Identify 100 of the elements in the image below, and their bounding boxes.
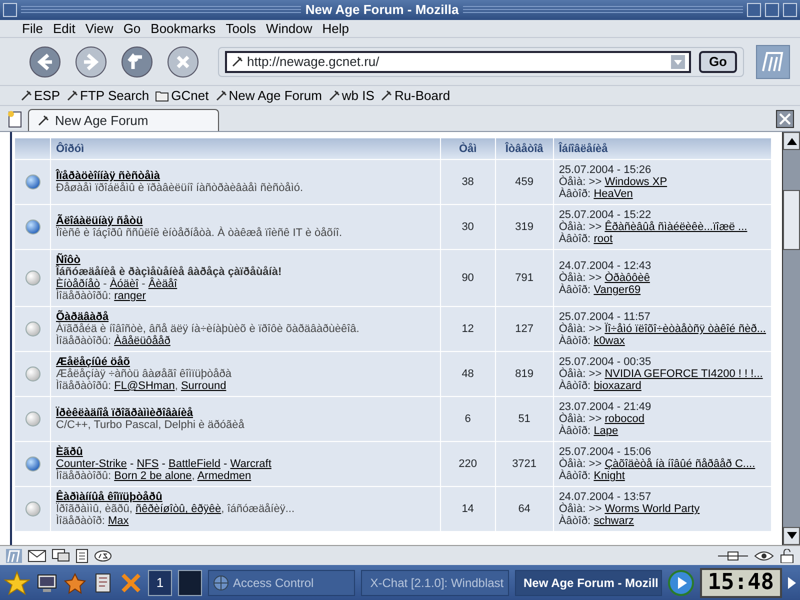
menu-item[interactable]: File — [18, 18, 49, 38]
moderator-link[interactable]: FL@SHman — [114, 380, 175, 392]
author-link[interactable]: Lape — [594, 425, 618, 437]
topic-link[interactable]: robocod — [604, 413, 644, 425]
pin-icon — [380, 90, 392, 102]
menu-item[interactable]: Tools — [222, 18, 262, 38]
forum-title-link[interactable]: Îïåðàöèîííàÿ ñèñòåìà — [56, 170, 160, 182]
window-menu-button[interactable] — [3, 3, 17, 17]
menu-item[interactable]: Bookmarks — [146, 18, 222, 38]
task-button[interactable]: Access Control — [208, 570, 356, 596]
maximize-button[interactable] — [765, 3, 780, 17]
subforum-link[interactable]: Counter-Strike — [56, 458, 127, 470]
forum-slogan: Îáñóæäåíèå è ðàçìåùåíèå âàðåçà çàïðåùåíà! — [56, 266, 282, 278]
moderator-link[interactable]: Born 2 be alone — [114, 470, 192, 482]
star-icon[interactable] — [64, 572, 86, 594]
back-button[interactable] — [28, 44, 62, 78]
topic-link[interactable]: Windows XP — [604, 176, 668, 188]
scroll-up-icon[interactable] — [786, 137, 796, 145]
forum-title-link[interactable]: Æåëåçíûé öåõ — [56, 356, 130, 368]
eye-icon[interactable] — [754, 550, 774, 562]
author-link[interactable]: Knight — [594, 470, 625, 482]
forum-title-link[interactable]: Õàðäâàðå — [56, 311, 109, 323]
workspace-button[interactable] — [178, 570, 202, 596]
moderator-link[interactable]: Armedmen — [197, 470, 252, 482]
topic-label: Òåìà: >> — [558, 272, 602, 284]
topic-count: 30 — [440, 204, 496, 250]
topic-link[interactable]: Êðàñèâûå ñìàéëèêè...ïîæë ... — [604, 221, 748, 233]
forum-title-link[interactable]: Ãëîáàëüíàÿ ñåòü — [56, 215, 143, 227]
subforum-link[interactable]: ñêðèíøîòû, êðÿêè — [136, 503, 222, 515]
topic-link[interactable]: NVIDIA GEFORCE TI4200 ! ! !... — [604, 368, 763, 380]
workspace-button[interactable]: 1 — [148, 570, 172, 596]
subforum-link[interactable]: Warcraft — [230, 458, 272, 470]
topic-link[interactable]: Çàõîäèòå íà íîâûé ñåðâåð C.... — [604, 458, 756, 470]
chat-client-icon[interactable] — [94, 550, 112, 562]
pin-icon — [37, 114, 49, 126]
menu-item[interactable]: Help — [318, 18, 356, 38]
bookmark-link[interactable]: Ru-Board — [380, 86, 450, 106]
menu-item[interactable]: Window — [262, 18, 318, 38]
subforum-link[interactable]: Âèäåî — [148, 278, 178, 290]
forum-title-link[interactable]: Ïðèêëàäíîå ïðîãðàììèðîâàíèå — [56, 407, 193, 419]
subforum-link[interactable]: Àóäèî — [110, 278, 139, 290]
topic-link[interactable]: Worms World Party — [604, 503, 700, 515]
subforum-link[interactable]: BattleField — [168, 458, 220, 470]
close-button[interactable] — [783, 3, 798, 17]
last-post-date: 25.07.2004 - 11:57 — [558, 311, 652, 323]
last-post-date: 25.07.2004 - 15:22 — [558, 209, 652, 221]
author-link[interactable]: root — [594, 233, 613, 245]
last-post-date: 24.07.2004 - 12:43 — [558, 260, 652, 272]
forum-description: - — [128, 458, 135, 470]
moderator-link[interactable]: Surround — [180, 380, 226, 392]
close-tab-icon[interactable] — [776, 110, 794, 128]
author-link[interactable]: HeaVen — [594, 188, 633, 200]
moderator-link[interactable]: ranger — [114, 290, 146, 302]
menu-item[interactable]: Edit — [48, 18, 82, 38]
new-tab-icon[interactable] — [6, 110, 24, 128]
minimize-button[interactable] — [747, 3, 762, 17]
connection-icon[interactable] — [718, 550, 748, 560]
star-icon[interactable] — [4, 570, 30, 596]
scrollbar-thumb[interactable] — [783, 190, 800, 250]
task-button[interactable]: New Age Forum - Mozill — [514, 570, 662, 596]
browser-logo[interactable] — [756, 44, 790, 78]
mail-icon[interactable] — [28, 550, 46, 562]
play-icon[interactable] — [668, 570, 694, 596]
moderator-link[interactable]: Àâåëüôååð — [114, 335, 170, 347]
bookmark-link[interactable]: New Age Forum — [214, 86, 322, 106]
forum-description: - — [140, 278, 146, 290]
subforum-link[interactable]: NFS — [136, 458, 159, 470]
topic-link[interactable]: Ïî÷åìó ïëîõî÷èòàåòñÿ òàêîé ñèð... — [604, 323, 766, 335]
forum-title-link[interactable]: Èãðû — [56, 446, 83, 458]
browser-tab[interactable]: New Age Forum — [28, 109, 220, 131]
crossed-tools-icon[interactable] — [120, 572, 142, 594]
scroll-down-icon[interactable] — [786, 532, 796, 540]
moderator-link[interactable]: Max — [108, 515, 129, 527]
author-link[interactable]: Vanger69 — [594, 284, 641, 296]
author-label: Àâòîð: — [558, 515, 591, 527]
bookmark-link[interactable]: FTP Search — [66, 86, 150, 106]
task-button[interactable]: X-Chat [2.1.0]: Windblast — [361, 570, 508, 596]
monitor-icon[interactable] — [36, 572, 58, 594]
column-header: Òåì — [440, 138, 496, 160]
topic-label: Òåìà: >> — [558, 503, 602, 515]
reload-button[interactable] — [120, 44, 154, 78]
subforum-link[interactable]: Èíòåðíåò — [56, 278, 100, 290]
forum-title-link[interactable]: Êàðìàííûå êîìïüþòåðû — [56, 491, 162, 503]
author-link[interactable]: schwarz — [594, 515, 634, 527]
url-field[interactable]: http://newage.gcnet.ru/ — [225, 50, 691, 72]
go-button[interactable]: Go — [698, 50, 737, 72]
notepad-icon[interactable] — [76, 548, 88, 562]
author-link[interactable]: bioxazard — [594, 380, 642, 392]
topic-link[interactable]: Òðàôôèê — [604, 272, 650, 284]
bookmark-link[interactable]: GCnet — [155, 86, 209, 106]
scrollbar[interactable] — [782, 132, 800, 545]
menu-item[interactable]: Go — [119, 18, 147, 38]
menu-item[interactable]: View — [81, 18, 120, 38]
bookmark-link[interactable]: wb IS — [328, 86, 374, 106]
lock-icon[interactable] — [780, 548, 794, 562]
expand-arrow-icon[interactable] — [788, 576, 796, 588]
author-link[interactable]: k0wax — [594, 335, 625, 347]
bookmark-link[interactable]: ESP — [20, 86, 60, 106]
forum-title-link[interactable]: Ñîôò — [56, 254, 80, 266]
chat-icon[interactable] — [52, 548, 70, 562]
